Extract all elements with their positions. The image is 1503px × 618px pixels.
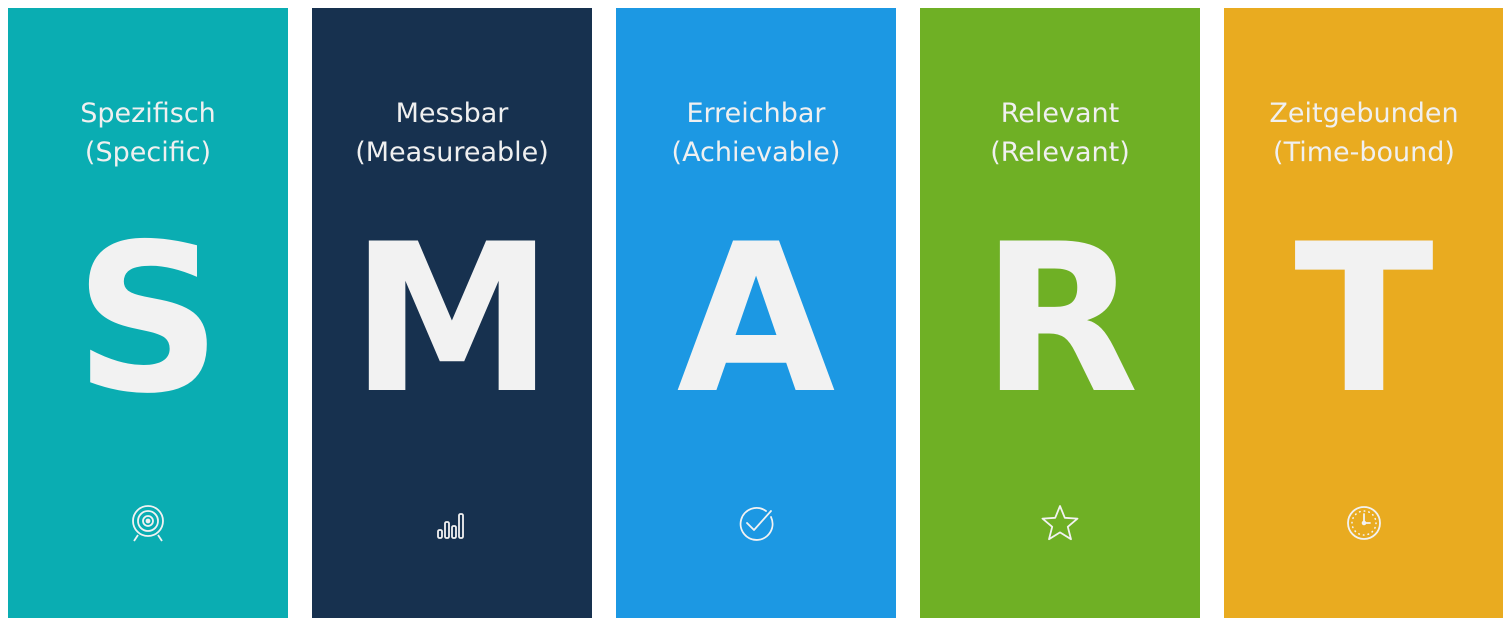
star-icon	[1037, 500, 1083, 546]
panel-title-german: Spezifisch	[80, 98, 216, 129]
panel-title: Spezifisch (Specific)	[8, 94, 288, 172]
panel-title: Messbar (Measureable)	[312, 94, 592, 172]
panel-title-german: Erreichbar	[686, 98, 826, 129]
panel-title-english: (Relevant)	[990, 137, 1130, 168]
target-icon	[125, 500, 171, 546]
panel-title-english: (Measureable)	[355, 137, 549, 168]
panel-title: Relevant (Relevant)	[920, 94, 1200, 172]
checkmark-circle-icon	[733, 500, 779, 546]
panel-specific: Spezifisch (Specific) S	[8, 8, 288, 618]
panel-measureable: Messbar (Measureable) M	[312, 8, 592, 618]
panel-achievable: Erreichbar (Achievable) A	[616, 8, 896, 618]
panel-relevant: Relevant (Relevant) R	[920, 8, 1200, 618]
panel-letter: R	[981, 201, 1139, 439]
panel-letter: A	[676, 201, 836, 439]
panel-title-german: Relevant	[1000, 98, 1120, 129]
panel-title-english: (Specific)	[84, 137, 212, 168]
panel-letter: T	[1294, 201, 1434, 439]
panel-time-bound: Zeitgebunden (Time-bound) T	[1224, 8, 1503, 618]
panel-title: Zeitgebunden (Time-bound)	[1224, 94, 1503, 172]
panel-title-german: Messbar	[395, 98, 509, 129]
panel-title-english: (Time-bound)	[1273, 137, 1455, 168]
bar-chart-icon	[429, 500, 475, 546]
panel-title-german: Zeitgebunden	[1269, 98, 1459, 129]
panel-letter: S	[74, 201, 222, 439]
panel-title: Erreichbar (Achievable)	[616, 94, 896, 172]
clock-icon	[1341, 500, 1387, 546]
panel-title-english: (Achievable)	[671, 137, 841, 168]
panel-letter: M	[350, 201, 554, 439]
